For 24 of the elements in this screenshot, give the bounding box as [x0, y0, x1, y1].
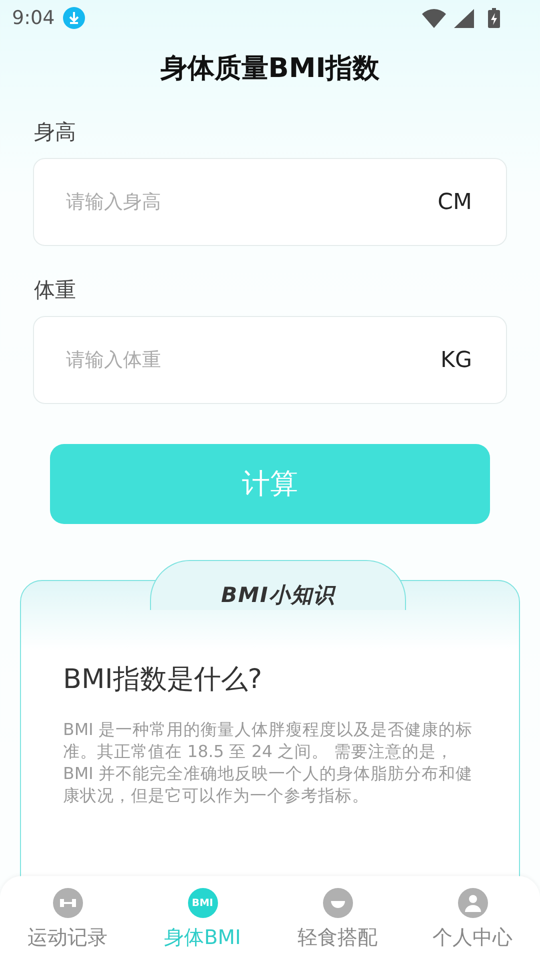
nav-tab[interactable]: 个人中心 — [405, 876, 540, 960]
unit-label: CM — [438, 190, 472, 214]
page-title: 身体质量BMI指数 — [159, 52, 381, 86]
input-field[interactable]: 请输入身高 — [64, 190, 438, 214]
card-heading: BMI指数是什么? — [63, 663, 264, 697]
wifi-icon — [422, 8, 446, 28]
nav-tab[interactable]: 轻食搭配 — [270, 876, 405, 960]
field-label: 体重 — [34, 277, 77, 304]
signal-icon — [454, 8, 474, 28]
bmi-icon: BMI — [188, 888, 218, 918]
nav-tab[interactable]: 运动记录 — [0, 876, 135, 960]
field-label: 身高 — [34, 119, 77, 146]
card-text: BMI 是一种常用的衡量人体胖瘦程度以及是否健康的标准。其正常值在 18.5 至 24 之间。 需要注意的是，BMI 并不能完全准确地反映一个人的身体脂肪分布和健康状况，但是它可以作为一个参考指标。 — [63, 719, 474, 807]
battery-icon — [488, 8, 500, 28]
card-title: BMI小知识 — [221, 582, 335, 609]
nav-tab[interactable]: BMI 身体BMI — [135, 876, 270, 960]
nav-label: 轻食搭配 — [298, 924, 378, 951]
nav-label: 运动记录 — [28, 924, 108, 951]
input-field[interactable]: 请输入体重 — [64, 348, 441, 372]
status-time: 9:04 — [12, 7, 55, 29]
unit-label: KG — [440, 348, 472, 372]
nav-label: 身体BMI — [164, 924, 241, 951]
nav-label: 个人中心 — [432, 924, 512, 951]
download-icon — [62, 7, 85, 29]
